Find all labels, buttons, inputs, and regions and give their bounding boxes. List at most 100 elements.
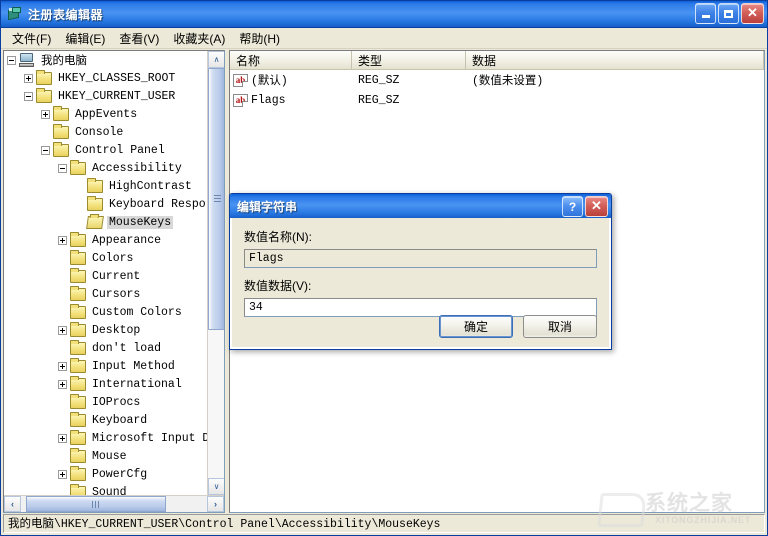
tree-vscroll-thumb[interactable] — [208, 68, 224, 330]
folder-icon — [70, 231, 86, 247]
cancel-button[interactable]: 取消 — [523, 315, 597, 338]
tree-item[interactable]: AppEvents — [4, 105, 207, 123]
menu-view[interactable]: 查看(V) — [112, 28, 166, 49]
tree-item-label: Input Method — [92, 359, 175, 373]
tree-item[interactable]: HKEY_CLASSES_ROOT — [4, 69, 207, 87]
window-titlebar[interactable]: 注册表编辑器 ✕ — [1, 1, 767, 28]
menu-edit[interactable]: 编辑(E) — [58, 28, 112, 49]
scroll-left-arrow-icon[interactable]: ‹ — [4, 496, 21, 512]
tree-item-label: Mouse — [92, 449, 127, 463]
expand-icon[interactable] — [58, 379, 67, 389]
tree-item[interactable]: Keyboard — [4, 411, 207, 429]
tree-vertical-scrollbar[interactable]: ∧ ∨ — [207, 51, 224, 495]
folder-open-icon — [86, 215, 104, 229]
tree-item[interactable]: don't load — [4, 339, 207, 357]
tree-item-label: Colors — [92, 251, 134, 265]
expand-icon[interactable] — [24, 73, 33, 83]
folder-icon — [70, 321, 86, 337]
tree-item[interactable]: Microsoft Input D — [4, 429, 207, 447]
menu-help[interactable]: 帮助(H) — [232, 28, 287, 49]
tree-item[interactable]: 我的电脑 — [4, 51, 207, 69]
value-name-input[interactable]: Flags — [244, 249, 597, 268]
tree-item[interactable]: Accessibility — [4, 159, 207, 177]
expand-icon[interactable] — [58, 325, 67, 335]
ok-button[interactable]: 确定 — [439, 315, 513, 338]
scroll-down-arrow-icon[interactable]: ∨ — [208, 478, 224, 495]
tree-item[interactable]: MouseKeys — [4, 213, 207, 231]
tree-item-label: Current — [92, 269, 141, 283]
scroll-right-arrow-icon[interactable]: › — [207, 496, 224, 512]
tree-item[interactable]: Appearance — [4, 231, 207, 249]
value-type-cell: REG_SZ — [358, 93, 400, 107]
dialog-close-button[interactable]: ✕ — [585, 196, 608, 217]
tree-horizontal-scrollbar[interactable]: ‹ › — [4, 495, 224, 512]
tree-item[interactable]: HKEY_CURRENT_USER — [4, 87, 207, 105]
tree-item[interactable]: Cursors — [4, 285, 207, 303]
registry-editor-icon — [6, 5, 24, 23]
tree-item[interactable]: Desktop — [4, 321, 207, 339]
expand-icon[interactable] — [58, 361, 67, 371]
tree-item-label: International — [92, 377, 182, 391]
folder-icon — [70, 267, 86, 283]
collapse-icon[interactable] — [58, 163, 67, 173]
minimize-button[interactable] — [695, 3, 716, 24]
column-header-name[interactable]: 名称 — [230, 51, 352, 69]
registry-tree-pane[interactable]: 我的电脑 HKEY_CLASSES_ROOT HKEY_CURRENT_USER Ap… — [3, 50, 225, 513]
expand-icon[interactable] — [41, 109, 50, 119]
folder-icon — [70, 285, 86, 301]
dialog-titlebar[interactable]: 编辑字符串 ? ✕ — [230, 194, 611, 218]
column-header-data[interactable]: 数据 — [466, 51, 764, 69]
menu-file[interactable]: 文件(F) — [5, 28, 58, 49]
tree-item-label: PowerCfg — [92, 467, 148, 481]
menubar: 文件(F) 编辑(E) 查看(V) 收藏夹(A) 帮助(H) — [1, 28, 767, 49]
window-controls: ✕ — [695, 3, 764, 24]
tree-item-label: Cursors — [92, 287, 141, 301]
folder-icon — [70, 429, 86, 445]
tree-item[interactable]: Keyboard Respo — [4, 195, 207, 213]
tree-hscroll-thumb[interactable] — [26, 496, 166, 512]
tree-item[interactable]: Sound — [4, 483, 207, 495]
dialog-help-button[interactable]: ? — [562, 196, 583, 217]
collapse-icon[interactable] — [7, 55, 16, 65]
close-button[interactable]: ✕ — [741, 3, 764, 24]
tree-item[interactable]: PowerCfg — [4, 465, 207, 483]
tree-item[interactable]: Control Panel — [4, 141, 207, 159]
value-row[interactable]: ab (默认) REG_SZ (数值未设置) — [230, 70, 764, 90]
expand-icon[interactable] — [58, 235, 67, 245]
tree-item[interactable]: Mouse — [4, 447, 207, 465]
tree-vscroll-track[interactable] — [208, 68, 224, 478]
client-area: 我的电脑 HKEY_CLASSES_ROOT HKEY_CURRENT_USER Ap… — [1, 49, 767, 513]
tree-item-label: AppEvents — [75, 107, 138, 121]
menu-favorites[interactable]: 收藏夹(A) — [166, 28, 232, 49]
tree-item[interactable]: Custom Colors — [4, 303, 207, 321]
tree-item[interactable]: International — [4, 375, 207, 393]
tree-item[interactable]: HighContrast — [4, 177, 207, 195]
tree-item[interactable]: Current — [4, 267, 207, 285]
expand-icon[interactable] — [58, 433, 67, 443]
tree-item-label: don't load — [92, 341, 162, 355]
collapse-icon[interactable] — [24, 91, 33, 101]
tree-item[interactable]: Input Method — [4, 357, 207, 375]
folder-icon — [36, 87, 52, 103]
column-header-type[interactable]: 类型 — [352, 51, 466, 69]
tree-item[interactable]: Colors — [4, 249, 207, 267]
value-row[interactable]: ab Flags REG_SZ — [230, 90, 764, 110]
expand-icon[interactable] — [58, 469, 67, 479]
tree-item-label: IOProcs — [92, 395, 141, 409]
values-list[interactable]: ab (默认) REG_SZ (数值未设置) ab Flags REG_SZ — [230, 70, 764, 110]
folder-icon — [70, 465, 86, 481]
tree-item-label: Sound — [92, 485, 127, 496]
tree-item[interactable]: Console — [4, 123, 207, 141]
maximize-button[interactable] — [718, 3, 739, 24]
collapse-icon[interactable] — [41, 145, 50, 155]
tree-item[interactable]: IOProcs — [4, 393, 207, 411]
scroll-up-arrow-icon[interactable]: ∧ — [208, 51, 224, 68]
registry-tree[interactable]: 我的电脑 HKEY_CLASSES_ROOT HKEY_CURRENT_USER Ap… — [4, 51, 207, 495]
